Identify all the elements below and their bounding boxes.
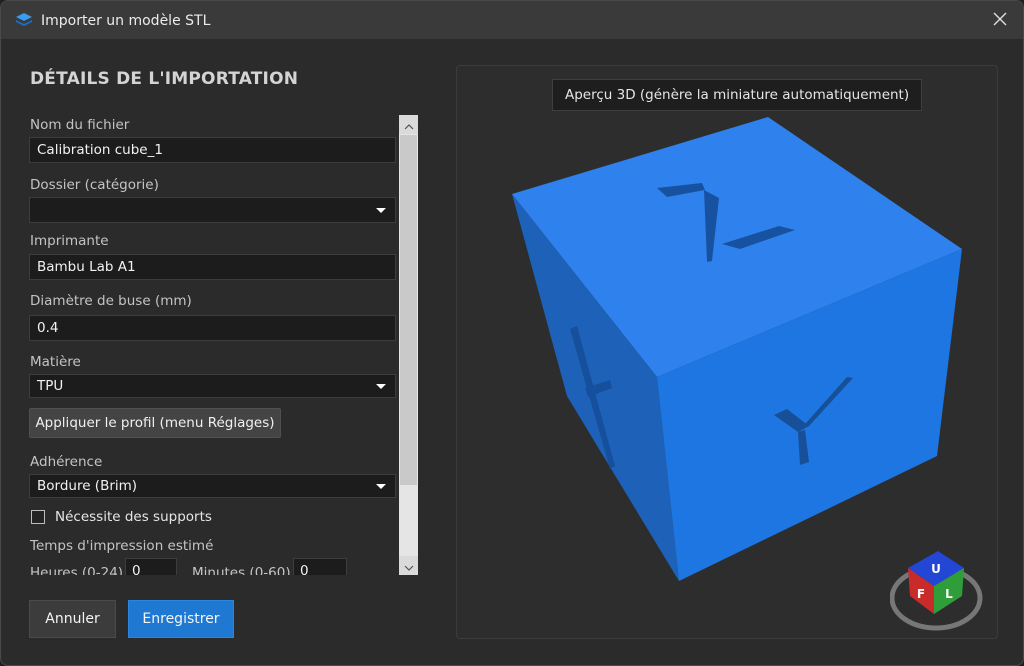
- minutes-label: Minutes (0-60): [192, 565, 291, 575]
- printer-label: Imprimante: [30, 233, 109, 249]
- scroll-up-button[interactable]: [399, 115, 418, 134]
- layers-icon: [15, 12, 33, 28]
- 3d-preview-viewport[interactable]: Aperçu 3D (génère la miniature automatiq…: [456, 65, 998, 639]
- nozzle-label: Diamètre de buse (mm): [30, 293, 192, 309]
- close-button[interactable]: [977, 1, 1023, 39]
- import-dialog: Importer un modèle STL DÉTAILS DE L'IMPO…: [0, 0, 1024, 666]
- minutes-input[interactable]: 0: [293, 558, 347, 575]
- printer-input[interactable]: Bambu Lab A1: [29, 254, 396, 280]
- hours-input[interactable]: 0: [125, 558, 177, 575]
- close-icon: [993, 11, 1007, 30]
- filename-label: Nom du fichier: [30, 117, 130, 133]
- section-heading: DÉTAILS DE L'IMPORTATION: [30, 69, 299, 89]
- chevron-down-icon: [376, 484, 386, 489]
- scroll-down-button[interactable]: [399, 556, 418, 575]
- preview-tooltip: Aperçu 3D (génère la miniature automatiq…: [552, 79, 923, 111]
- gizmo-right-label: L: [945, 587, 953, 601]
- supports-checkbox[interactable]: [31, 510, 45, 524]
- save-button[interactable]: Enregistrer: [128, 600, 234, 638]
- adhesion-select-value: Bordure (Brim): [37, 478, 138, 494]
- folder-select[interactable]: [29, 197, 396, 223]
- chevron-down-icon: [404, 556, 414, 575]
- view-cube-gizmo[interactable]: U F L: [889, 546, 986, 636]
- material-select[interactable]: TPU: [29, 374, 396, 398]
- chevron-down-icon: [376, 384, 386, 389]
- scroll-thumb[interactable]: [400, 135, 417, 485]
- chevron-up-icon: [404, 115, 414, 134]
- form-panel: Nom du fichier Calibration cube_1 Dossie…: [29, 115, 397, 575]
- material-select-value: TPU: [37, 378, 64, 394]
- cancel-button[interactable]: Annuler: [29, 600, 116, 638]
- gizmo-top-label: U: [931, 562, 941, 576]
- gizmo-left-label: F: [917, 587, 925, 601]
- folder-label: Dossier (catégorie): [30, 177, 159, 193]
- print-time-label: Temps d'impression estimé: [30, 538, 214, 554]
- adhesion-label: Adhérence: [30, 454, 103, 470]
- window-title: Importer un modèle STL: [41, 13, 211, 29]
- adhesion-select[interactable]: Bordure (Brim): [29, 474, 396, 498]
- nozzle-input[interactable]: 0.4: [29, 315, 396, 341]
- form-scrollbar[interactable]: [399, 115, 418, 575]
- supports-label: Nécessite des supports: [55, 509, 212, 525]
- hours-label: Heures (0-24): [30, 565, 124, 575]
- material-label: Matière: [30, 354, 81, 370]
- chevron-down-icon: [376, 208, 386, 213]
- title-bar: Importer un modèle STL: [1, 1, 1023, 39]
- filename-input[interactable]: Calibration cube_1: [29, 137, 396, 163]
- apply-profile-button[interactable]: Appliquer le profil (menu Réglages): [29, 408, 281, 438]
- supports-row: Nécessite des supports: [31, 509, 212, 525]
